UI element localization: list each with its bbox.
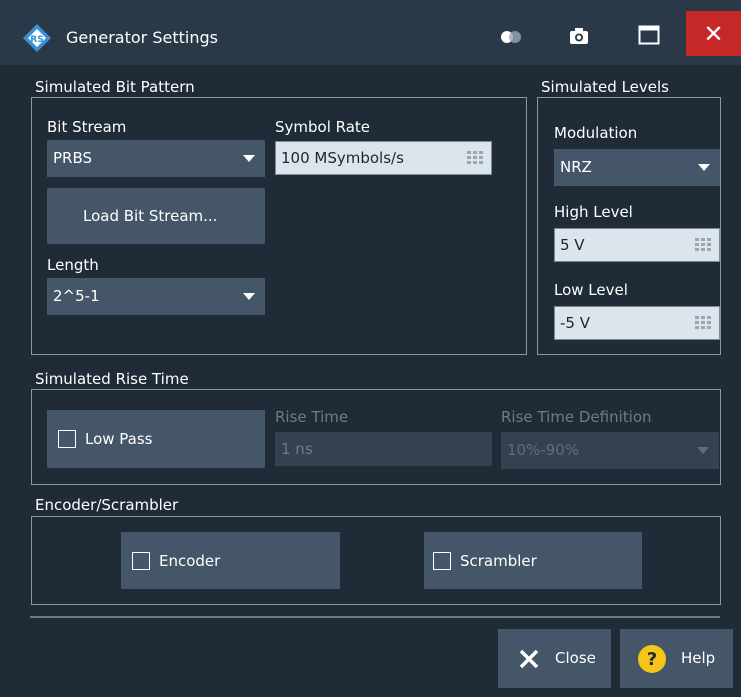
close-icon: ✕ xyxy=(703,19,724,48)
help-icon: ? xyxy=(638,645,666,673)
rise-time-value: 1 ns xyxy=(281,440,313,458)
svg-text:RS: RS xyxy=(30,35,43,45)
scrambler-checkbox-button[interactable]: Scrambler xyxy=(424,532,642,589)
close-label: Close xyxy=(555,649,596,667)
dropdown-arrow-icon xyxy=(698,164,710,171)
rise-time-label: Rise Time xyxy=(275,408,349,426)
rise-time-definition-value: 10%-90% xyxy=(507,441,580,459)
keypad-icon[interactable] xyxy=(695,238,711,252)
encoder-checkbox[interactable] xyxy=(132,552,150,570)
scrambler-label: Scrambler xyxy=(460,552,537,570)
camera-icon[interactable] xyxy=(569,27,589,45)
high-level-label: High Level xyxy=(554,203,633,221)
low-pass-checkbox-button[interactable]: Low Pass xyxy=(47,410,265,468)
close-icon xyxy=(519,649,539,669)
rise-time-definition-label: Rise Time Definition xyxy=(501,408,652,426)
dropdown-arrow-icon xyxy=(697,447,709,454)
low-level-label: Low Level xyxy=(554,281,628,299)
length-label: Length xyxy=(47,256,99,274)
keypad-icon[interactable] xyxy=(695,316,711,330)
bit-pattern-group-title: Simulated Bit Pattern xyxy=(35,78,199,96)
rise-time-group-title: Simulated Rise Time xyxy=(35,370,193,388)
help-label: Help xyxy=(681,649,716,667)
svg-text:?: ? xyxy=(647,649,657,670)
load-bit-stream-button[interactable]: Load Bit Stream... xyxy=(47,188,265,244)
bit-stream-label: Bit Stream xyxy=(47,118,127,136)
dropdown-arrow-icon xyxy=(243,293,255,300)
help-button[interactable]: ? Help xyxy=(620,629,733,688)
low-pass-label: Low Pass xyxy=(85,430,153,448)
low-level-value: -5 V xyxy=(560,314,590,332)
keypad-icon[interactable] xyxy=(467,151,483,165)
symbol-rate-label: Symbol Rate xyxy=(275,118,371,136)
modulation-label: Modulation xyxy=(554,124,638,142)
close-button[interactable]: Close xyxy=(498,629,611,688)
high-level-value: 5 V xyxy=(560,236,585,254)
encoder-scrambler-group-title: Encoder/Scrambler xyxy=(35,496,183,514)
load-bit-stream-label: Load Bit Stream... xyxy=(83,207,218,225)
rise-time-input[interactable]: 1 ns xyxy=(275,432,492,466)
window-title: Generator Settings xyxy=(66,28,218,47)
symbol-rate-input[interactable]: 100 MSymbols/s xyxy=(275,141,492,175)
encoder-checkbox-button[interactable]: Encoder xyxy=(121,532,340,589)
low-level-input[interactable]: -5 V xyxy=(554,306,720,340)
toggle-icon[interactable] xyxy=(498,30,524,44)
modulation-value: NRZ xyxy=(560,158,592,176)
levels-group-title: Simulated Levels xyxy=(541,78,673,96)
high-level-input[interactable]: 5 V xyxy=(554,228,720,262)
symbol-rate-value: 100 MSymbols/s xyxy=(281,149,404,167)
bit-stream-value: PRBS xyxy=(53,149,93,167)
rise-time-definition-dropdown[interactable]: 10%-90% xyxy=(501,432,719,469)
rs-logo-icon: RS xyxy=(23,24,51,52)
scrambler-checkbox[interactable] xyxy=(433,552,451,570)
title-bar: RS Generator Settings ✕ xyxy=(0,0,741,65)
encoder-label: Encoder xyxy=(159,552,221,570)
modulation-dropdown[interactable]: NRZ xyxy=(554,149,720,186)
low-pass-checkbox[interactable] xyxy=(58,430,76,448)
footer-divider xyxy=(30,616,720,618)
length-dropdown[interactable]: 2^5-1 xyxy=(47,278,265,315)
window-close-button[interactable]: ✕ xyxy=(686,11,741,56)
maximize-icon[interactable] xyxy=(638,25,660,45)
dropdown-arrow-icon xyxy=(243,155,255,162)
bit-stream-dropdown[interactable]: PRBS xyxy=(47,140,265,177)
length-value: 2^5-1 xyxy=(53,287,100,305)
